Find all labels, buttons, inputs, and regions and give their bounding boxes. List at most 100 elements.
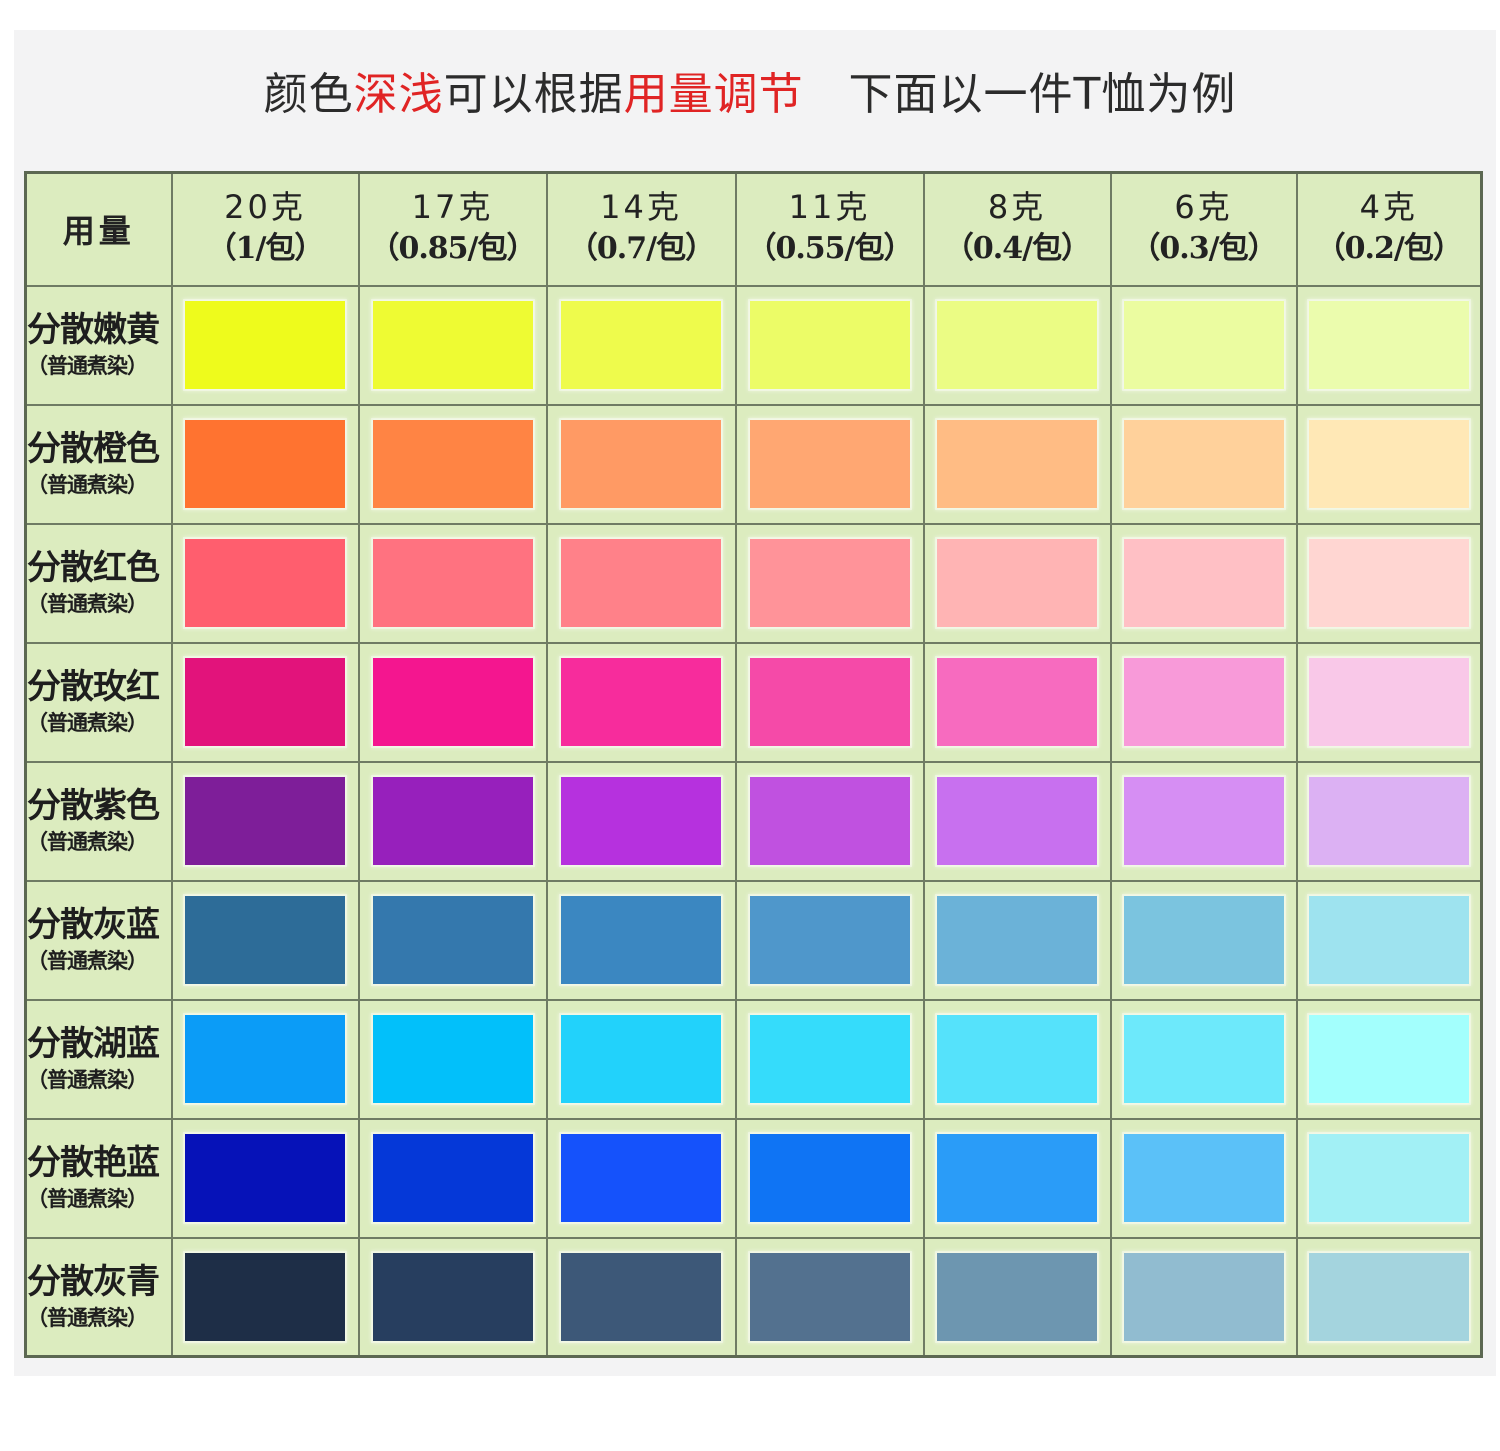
color-swatch [749,896,910,984]
swatch-cell [922,879,1112,1001]
dye-row: 分散紫色 （普通煮染） [24,760,1483,882]
color-swatch [561,1252,721,1341]
dye-name: 分散湖蓝 [27,1024,160,1064]
dye-name: 分散嫩黄 [27,310,160,350]
swatch-cell [357,641,548,763]
color-swatch [749,539,910,627]
dosage-column-header: 4克 （0.2/包） [1295,171,1483,287]
dye-name: 分散橙色 [27,429,160,469]
color-swatch [1123,658,1284,746]
swatch-cell [922,998,1112,1120]
dosage-grams: 17克 [411,188,494,227]
swatch-cell [545,998,737,1120]
dye-method: （普通煮染） [27,1304,148,1330]
swatch-cell [545,284,737,406]
dye-name-cell: 分散艳蓝 （普通煮染） [24,1117,173,1239]
color-swatch [372,420,533,508]
color-swatch [937,539,1097,627]
dye-row: 分散湖蓝 （普通煮染） [24,998,1483,1120]
color-swatch [372,1252,533,1341]
swatch-cell [170,522,360,644]
swatch-cell [170,284,360,406]
swatch-cell [545,403,737,525]
color-swatch [749,1134,910,1222]
dye-name: 分散艳蓝 [27,1143,160,1183]
swatch-cell [734,641,925,763]
dye-row: 分散灰蓝 （普通煮染） [24,879,1483,1001]
heading-part-1: 颜色 [263,69,354,120]
dosage-packs: （0.2/包） [1315,231,1463,267]
color-swatch [749,420,910,508]
dye-name: 分散红色 [27,548,160,588]
dye-name-cell: 分散紫色 （普通煮染） [24,760,173,882]
dye-name-cell: 分散灰蓝 （普通煮染） [24,879,173,1001]
dosage-grams: 6克 [1174,188,1233,227]
swatch-cell [1109,879,1298,1001]
swatch-cell [1109,1236,1298,1358]
dye-row: 分散玫红 （普通煮染） [24,641,1483,763]
dye-name-cell: 分散红色 （普通煮染） [24,522,173,644]
dosage-grams: 20克 [224,188,306,227]
dosage-column-header: 14克 （0.7/包） [545,171,737,287]
dye-method: （普通煮染） [27,1186,148,1211]
color-swatch [1123,1252,1284,1341]
color-swatch [1308,1015,1469,1103]
swatch-cell [170,760,360,882]
swatch-cell [357,284,548,406]
color-swatch [185,1252,345,1341]
swatch-cell [922,522,1112,644]
swatch-cell [1295,1117,1483,1239]
swatch-cell [734,998,925,1120]
dosage-header-label: 用量 [24,171,173,287]
color-swatch [372,658,533,746]
color-swatch [185,301,345,389]
color-swatch [185,420,345,508]
dye-name-cell: 分散湖蓝 （普通煮染） [24,998,173,1120]
dye-name-cell: 分散玫红 （普通煮染） [24,641,173,763]
dye-row: 分散橙色 （普通煮染） [24,403,1483,525]
swatch-cell [545,522,737,644]
swatch-cell [357,522,548,644]
color-swatch [561,1015,721,1103]
swatch-cell [922,1236,1112,1358]
color-swatch [372,777,533,865]
dosage-packs: （0.55/包） [746,231,913,267]
color-swatch [372,1134,533,1222]
dye-method: （普通煮染） [27,353,148,378]
swatch-cell [1109,641,1298,763]
color-swatch [561,896,721,984]
color-swatch [1123,420,1284,508]
swatch-cell [170,879,360,1001]
swatch-cell [1295,403,1483,525]
dye-row: 分散嫩黄 （普通煮染） [24,284,1483,406]
color-swatch [937,1015,1097,1103]
color-swatch [1308,1252,1469,1341]
color-swatch [561,1134,721,1222]
color-swatch [561,301,721,389]
swatch-cell [1295,1236,1483,1358]
swatch-cell [734,760,925,882]
color-swatch [372,1015,533,1103]
color-swatch [185,658,345,746]
swatch-cell [170,641,360,763]
color-swatch [1308,301,1469,389]
color-swatch [185,1015,345,1103]
swatch-cell [357,1236,548,1358]
swatch-cell [1295,760,1483,882]
dye-color-chart: 用量 20克 （1/包） 17克 （0.85/包） 14克 （0.7/包） 11克 （0.55… [24,171,1483,1358]
swatch-cell [922,1117,1112,1239]
swatch-cell [1295,522,1483,644]
dosage-packs: （0.3/包） [1130,231,1277,267]
swatch-cell [170,1117,360,1239]
color-swatch [561,539,721,627]
dye-row: 分散红色 （普通煮染） [24,522,1483,644]
swatch-cell [1295,284,1483,406]
swatch-cell [922,760,1112,882]
swatch-cell [545,760,737,882]
swatch-cell [170,403,360,525]
dosage-column-header: 6克 （0.3/包） [1109,171,1298,287]
color-swatch [749,301,910,389]
swatch-cell [1295,879,1483,1001]
header-row: 用量 20克 （1/包） 17克 （0.85/包） 14克 （0.7/包） 11克 （0.55… [24,171,1483,287]
heading-highlight-2: 用量调节 [623,69,804,120]
